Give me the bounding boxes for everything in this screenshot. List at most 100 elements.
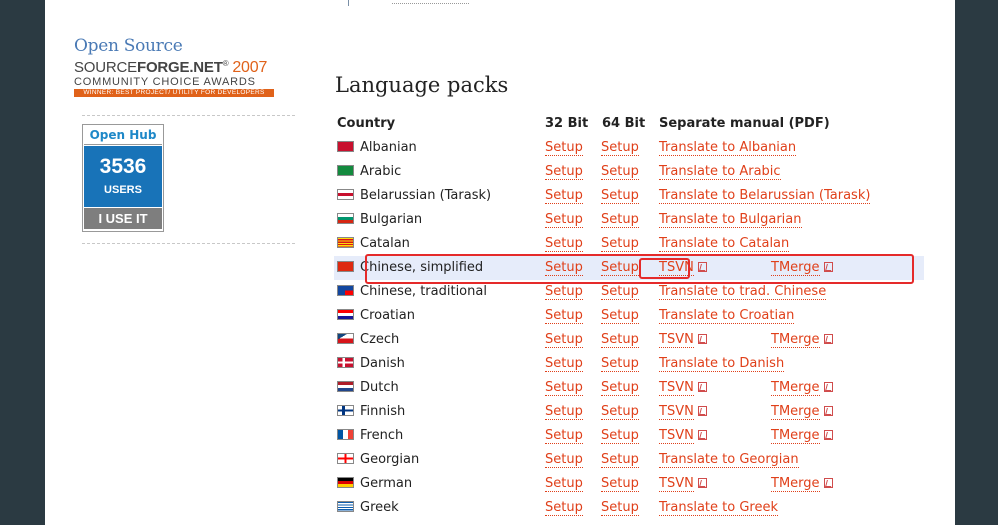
setup-32bit-link[interactable]: Setup: [545, 380, 583, 396]
setup-64bit-link[interactable]: Setup: [601, 476, 639, 492]
setup-64bit-cell: Setup: [601, 232, 639, 256]
translate-link[interactable]: Translate to Croatian: [659, 308, 795, 324]
albanian-flag-icon: [337, 141, 354, 152]
setup-32bit-link[interactable]: Setup: [545, 476, 583, 492]
table-row: Greek Setup Setup Translate to Greek: [334, 496, 924, 520]
translate-link[interactable]: Translate to Bulgarian: [659, 212, 802, 228]
setup-64bit-link[interactable]: Setup: [601, 452, 639, 468]
top-nav-link-underline[interactable]: [392, 0, 469, 4]
setup-64bit-link[interactable]: Setup: [601, 260, 639, 276]
translate-link[interactable]: Translate to Albanian: [659, 140, 797, 156]
country-cell: Danish: [337, 352, 405, 376]
country-cell: Greek: [337, 496, 399, 520]
country-name: Chinese, traditional: [360, 284, 487, 299]
manual-tmerge-link[interactable]: TMerge: [771, 260, 820, 276]
openhub-badge[interactable]: Open Hub 3536 USERS I USE IT: [82, 124, 164, 232]
table-row: Chinese, traditional Setup Setup Translate …: [334, 280, 924, 304]
belarussian-flag-icon: [337, 189, 354, 200]
manual-tsvn-cell: TSVN: [659, 472, 707, 496]
manual-tsvn-cell: TSVN: [659, 376, 707, 400]
country-cell: Finnish: [337, 400, 405, 424]
setup-64bit-link[interactable]: Setup: [601, 308, 639, 324]
setup-32bit-link[interactable]: Setup: [545, 212, 583, 228]
manual-tmerge-link[interactable]: TMerge: [771, 476, 820, 492]
setup-32bit-link[interactable]: Setup: [545, 140, 583, 156]
finnish-flag-icon: [337, 405, 354, 416]
pdf-icon: [697, 334, 707, 344]
chinese-t-flag-icon: [337, 285, 354, 296]
manual-tsvn-link[interactable]: TSVN: [659, 428, 694, 444]
setup-64bit-cell: Setup: [601, 184, 639, 208]
manual-tsvn-link[interactable]: TSVN: [659, 476, 694, 492]
setup-64bit-link[interactable]: Setup: [601, 332, 639, 348]
country-name: Arabic: [360, 164, 402, 179]
manual-tmerge-link[interactable]: TMerge: [771, 404, 820, 420]
pdf-icon: [697, 382, 707, 392]
manual-tsvn-link[interactable]: TSVN: [659, 404, 694, 420]
openhub-i-use-it-button[interactable]: I USE IT: [84, 208, 162, 229]
translate-link[interactable]: Translate to Belarussian (Tarask): [659, 188, 871, 204]
setup-64bit-link[interactable]: Setup: [601, 380, 639, 396]
setup-64bit-cell: Setup: [601, 400, 639, 424]
setup-64bit-link[interactable]: Setup: [601, 164, 639, 180]
setup-64bit-link[interactable]: Setup: [601, 500, 639, 516]
setup-64bit-cell: Setup: [601, 304, 639, 328]
setup-32bit-link[interactable]: Setup: [545, 284, 583, 300]
setup-64bit-link[interactable]: Setup: [601, 404, 639, 420]
setup-32bit-link[interactable]: Setup: [545, 356, 583, 372]
setup-32bit-link[interactable]: Setup: [545, 236, 583, 252]
manual-tsvn-link[interactable]: TSVN: [659, 332, 694, 348]
setup-64bit-cell: Setup: [601, 424, 639, 448]
setup-32bit-link[interactable]: Setup: [545, 188, 583, 204]
table-row: Catalan Setup Setup Translate to Catalan: [334, 232, 924, 256]
pdf-icon: [823, 478, 833, 488]
setup-32bit-link[interactable]: Setup: [545, 500, 583, 516]
manual-tmerge-link[interactable]: TMerge: [771, 380, 820, 396]
translate-link[interactable]: Translate to Greek: [659, 500, 778, 516]
danish-flag-icon: [337, 357, 354, 368]
openhub-title: Open Hub: [84, 126, 162, 145]
setup-32bit-link[interactable]: Setup: [545, 260, 583, 276]
manual-tsvn-link[interactable]: TSVN: [659, 260, 694, 276]
manual-tmerge-cell: TMerge: [771, 472, 833, 496]
manual-tsvn-link[interactable]: TSVN: [659, 380, 694, 396]
setup-64bit-link[interactable]: Setup: [601, 140, 639, 156]
setup-64bit-link[interactable]: Setup: [601, 356, 639, 372]
pdf-icon: [823, 262, 833, 272]
manual-tmerge-link[interactable]: TMerge: [771, 428, 820, 444]
croatian-flag-icon: [337, 309, 354, 320]
award-community-choice: COMMUNITY CHOICE AWARDS: [74, 76, 256, 88]
translate-link[interactable]: Translate to Arabic: [659, 164, 781, 180]
manual-tmerge-cell: TMerge: [771, 328, 833, 352]
column-header-country: Country: [337, 116, 396, 131]
setup-64bit-link[interactable]: Setup: [601, 188, 639, 204]
country-cell: Belarussian (Tarask): [337, 184, 491, 208]
setup-32bit-link[interactable]: Setup: [545, 308, 583, 324]
translate-link[interactable]: Translate to Danish: [659, 356, 785, 372]
award-sourceforge-line: SOURCEFORGE.NET® 2007: [74, 56, 279, 76]
setup-32bit-link[interactable]: Setup: [545, 332, 583, 348]
setup-32bit-link[interactable]: Setup: [545, 452, 583, 468]
french-flag-icon: [337, 429, 354, 440]
translate-cell: Translate to trad. Chinese: [659, 280, 827, 304]
openhub-user-count: 3536: [99, 155, 147, 178]
setup-64bit-link[interactable]: Setup: [601, 236, 639, 252]
manual-tsvn-cell: TSVN: [659, 328, 707, 352]
setup-64bit-link[interactable]: Setup: [601, 428, 639, 444]
setup-32bit-link[interactable]: Setup: [545, 428, 583, 444]
translate-link[interactable]: Translate to Catalan: [659, 236, 790, 252]
country-cell: Bulgarian: [337, 208, 422, 232]
setup-64bit-link[interactable]: Setup: [601, 212, 639, 228]
sourceforge-award-badge[interactable]: Open Source SOURCEFORGE.NET® 2007 COMMUN…: [74, 36, 279, 97]
setup-64bit-link[interactable]: Setup: [601, 284, 639, 300]
pdf-icon: [823, 334, 833, 344]
sidebar-divider: [82, 115, 295, 116]
manual-tmerge-link[interactable]: TMerge: [771, 332, 820, 348]
setup-32bit-link[interactable]: Setup: [545, 404, 583, 420]
translate-link[interactable]: Translate to Georgian: [659, 452, 799, 468]
pdf-icon: [823, 430, 833, 440]
manual-tmerge-cell: TMerge: [771, 256, 833, 280]
setup-32bit-link[interactable]: Setup: [545, 164, 583, 180]
table-row: Albanian Setup Setup Translate to Albanian: [334, 136, 924, 160]
translate-link[interactable]: Translate to trad. Chinese: [659, 284, 827, 300]
